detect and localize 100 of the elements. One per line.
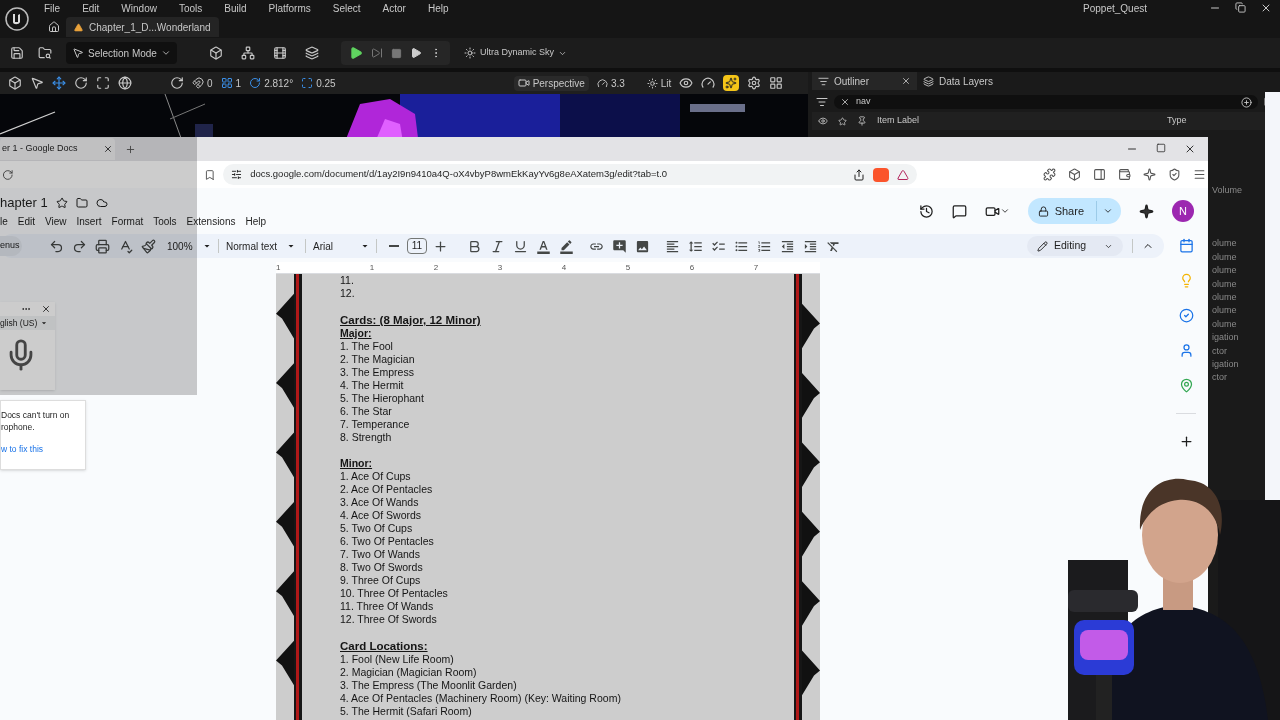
view-dropdown[interactable]: Perspective [513, 75, 589, 91]
history-icon[interactable] [918, 203, 934, 219]
star-icon[interactable] [55, 196, 68, 209]
snap-value[interactable]: 0.25 [301, 75, 336, 91]
menu-item[interactable]: Window [121, 0, 157, 16]
menu-item[interactable]: View [45, 214, 67, 230]
settings-icon[interactable] [747, 76, 762, 90]
menu-item[interactable]: Build [224, 0, 247, 16]
list-item: 8. Two Of Swords [340, 561, 424, 574]
eye-icon[interactable] [679, 76, 694, 90]
scale-icon[interactable] [96, 76, 110, 90]
mode-dropdown[interactable]: Editing [1027, 236, 1123, 256]
play-icon[interactable] [348, 46, 363, 60]
zoom-dropdown[interactable]: 100% [167, 238, 211, 254]
menu-item[interactable]: Tools [178, 0, 203, 16]
clapper-icon[interactable] [272, 46, 287, 60]
address-bar[interactable]: docs.google.com/document/d/1ay2I9n9410a4Q-oX4vbyP8wmEkKayYv6g8eAXatem3g/edit?tab=t.0 [223, 164, 917, 185]
calendar-icon[interactable] [1178, 238, 1194, 253]
undo-icon [48, 238, 64, 254]
list-item: 1. The Fool [340, 340, 394, 353]
document-title[interactable]: hapter 1 [0, 192, 48, 213]
close-icon[interactable] [41, 304, 51, 314]
menus-search[interactable]: enus [0, 236, 22, 256]
account-avatar[interactable]: N [1172, 200, 1194, 222]
menu-item[interactable]: Format [111, 214, 144, 230]
step-icon[interactable] [370, 47, 383, 59]
menu-item[interactable]: Help [245, 214, 267, 230]
extensions-icon[interactable] [1043, 168, 1056, 181]
contacts-icon[interactable] [1178, 343, 1194, 358]
stack-icon[interactable] [304, 46, 319, 60]
maximize-button[interactable] [1156, 143, 1166, 153]
close-button[interactable] [1260, 2, 1272, 14]
text-color-icon [535, 238, 551, 254]
menu-item[interactable]: Help [427, 0, 449, 16]
cloud-icon[interactable] [95, 196, 108, 209]
tasks-icon[interactable] [1178, 308, 1194, 323]
menu-item[interactable]: File [44, 0, 61, 16]
mode-dropdown[interactable]: Selection Mode [66, 42, 177, 64]
menu-item[interactable]: Tools [153, 214, 177, 230]
menu-item[interactable]: Insert [76, 214, 102, 230]
shield-icon[interactable] [1168, 168, 1181, 181]
home-icon[interactable] [48, 21, 60, 33]
move-icon[interactable] [52, 76, 66, 90]
level-tab[interactable]: Chapter_1_D...Wonderland [66, 17, 219, 37]
maps-icon[interactable] [1178, 378, 1194, 393]
rotate-icon[interactable] [74, 76, 88, 90]
share-button[interactable]: Share [1027, 198, 1121, 224]
speed-dropdown[interactable]: 3.3 [596, 75, 625, 91]
menu-item[interactable]: Edit [82, 0, 100, 16]
search-field[interactable]: nav [834, 95, 1258, 109]
menu-item[interactable]: Platforms [268, 0, 311, 16]
menu-item[interactable]: Extensions [186, 214, 236, 230]
menu-icon[interactable] [1193, 168, 1206, 181]
folder-icon[interactable] [75, 196, 88, 209]
wallet-icon[interactable] [1118, 168, 1131, 181]
menu-item[interactable]: Actor [382, 0, 406, 16]
restore-button[interactable] [1235, 2, 1246, 13]
select-icon[interactable] [30, 76, 44, 90]
stop-icon[interactable] [390, 47, 402, 59]
panel-tab[interactable]: Outliner [812, 72, 917, 90]
list-icon [818, 75, 829, 87]
menu-item[interactable]: le [0, 214, 8, 230]
gauge-icon[interactable] [701, 76, 716, 90]
style-dropdown[interactable]: Normal text [226, 238, 298, 254]
list-item: 12. Three Of Swords [340, 613, 438, 626]
snap-value[interactable]: 2.812° [249, 75, 294, 91]
new-tab-icon[interactable] [125, 143, 136, 155]
list-item: 6. Two Of Pentacles [340, 535, 435, 548]
font-dropdown[interactable]: Arial [313, 238, 369, 254]
project-name: Poppet_Quest [1083, 1, 1147, 16]
panel-tab[interactable]: Data Layers [917, 72, 999, 90]
language-dropdown[interactable]: glish (US) [0, 316, 55, 330]
sidebar-icon[interactable] [1093, 168, 1106, 181]
menu-item[interactable]: Select [332, 0, 361, 16]
layout-icon[interactable] [769, 76, 784, 90]
list-item: 4. Ace Of Pentacles (Machinery Room) (Key: Waiting Room) [340, 692, 622, 705]
bookmark-icon[interactable] [203, 168, 216, 181]
share-icon [853, 168, 865, 181]
browser-tab[interactable]: er 1 - Google Docs [0, 138, 115, 160]
ruler-label: 1 [368, 262, 376, 273]
reload-icon[interactable] [2, 168, 14, 181]
cube-icon[interactable] [8, 76, 22, 90]
sky-dropdown[interactable]: Ultra Dynamic Sky [463, 46, 567, 60]
snap-value[interactable]: 1 [220, 75, 242, 91]
realtime-button[interactable] [723, 75, 740, 91]
menu-item[interactable]: Edit [17, 214, 36, 230]
sparkle-icon[interactable] [1143, 168, 1156, 181]
font-size-field[interactable]: 11 [407, 238, 427, 254]
folder-search-icon[interactable] [38, 46, 52, 60]
comment-icon[interactable] [951, 203, 967, 219]
filter-icon[interactable] [816, 96, 828, 108]
add-icon[interactable] [1178, 434, 1194, 449]
globe-icon[interactable] [118, 76, 132, 90]
fix-link[interactable]: w to fix this [1, 443, 85, 456]
gemini-icon[interactable] [1139, 203, 1154, 219]
close-button[interactable] [1184, 143, 1196, 155]
row-label: olume [1212, 250, 1238, 264]
snap-value[interactable]: 0 [192, 75, 213, 91]
save-icon[interactable] [10, 46, 24, 60]
lighting-dropdown[interactable]: Lit [646, 75, 672, 91]
